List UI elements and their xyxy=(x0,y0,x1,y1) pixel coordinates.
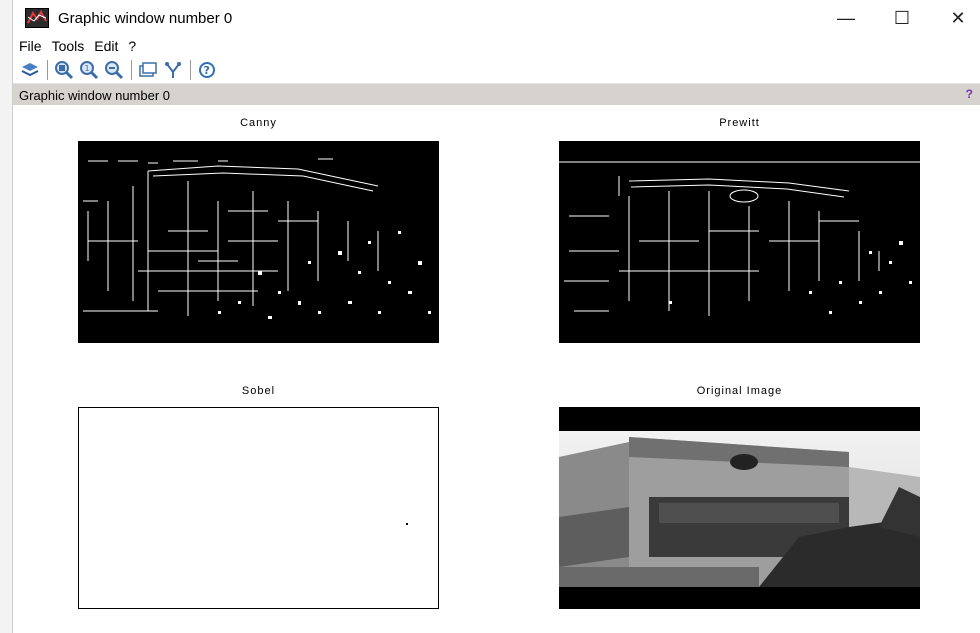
menu-file[interactable]: File xyxy=(19,38,42,54)
figure-canvas[interactable]: Canny Prewitt Sobel Original Image xyxy=(13,105,980,633)
zoom-area-icon[interactable] xyxy=(103,59,125,81)
zoom-icon[interactable] xyxy=(53,59,75,81)
original-image-plot xyxy=(559,407,920,609)
canny-title: Canny xyxy=(240,117,277,129)
svg-text:?: ? xyxy=(204,64,210,77)
canny-plot xyxy=(78,141,439,343)
sobel-plot xyxy=(78,407,439,609)
graphic-window: Graphic window number 0 — ☐ ✕ File Tools… xyxy=(12,0,980,633)
editor-icon[interactable] xyxy=(162,59,184,81)
svg-text:1: 1 xyxy=(85,64,90,73)
menu-bar: File Tools Edit ? xyxy=(13,36,980,56)
datatip-icon[interactable] xyxy=(137,59,159,81)
title-bar: Graphic window number 0 — ☐ ✕ xyxy=(13,0,980,36)
help-icon[interactable]: ? xyxy=(196,59,218,81)
close-button[interactable]: ✕ xyxy=(935,0,980,36)
sobel-title: Sobel xyxy=(241,385,276,397)
window-title: Graphic window number 0 xyxy=(58,9,233,27)
info-bar-text: Graphic window number 0 xyxy=(19,87,171,103)
toolbar-separator xyxy=(131,59,132,80)
scilab-app-icon xyxy=(25,8,49,28)
minimize-button[interactable]: — xyxy=(823,0,869,36)
prewitt-title: Prewitt xyxy=(719,117,760,129)
original-title: Original Image xyxy=(696,385,783,397)
toolbar-separator xyxy=(47,59,48,80)
menu-help[interactable]: ? xyxy=(128,38,136,54)
info-help-icon[interactable]: ? xyxy=(966,87,973,101)
info-bar: Graphic window number 0 ? xyxy=(13,84,980,106)
rotate-icon[interactable] xyxy=(19,59,41,81)
prewitt-plot xyxy=(559,141,920,343)
zoom-reset-icon[interactable]: 1 xyxy=(78,59,100,81)
toolbar-separator xyxy=(190,59,191,80)
maximize-button[interactable]: ☐ xyxy=(879,0,925,36)
menu-tools[interactable]: Tools xyxy=(52,38,85,54)
menu-edit[interactable]: Edit xyxy=(94,38,118,54)
toolbar: 1 ? xyxy=(13,56,980,84)
sobel-dot xyxy=(406,523,408,525)
